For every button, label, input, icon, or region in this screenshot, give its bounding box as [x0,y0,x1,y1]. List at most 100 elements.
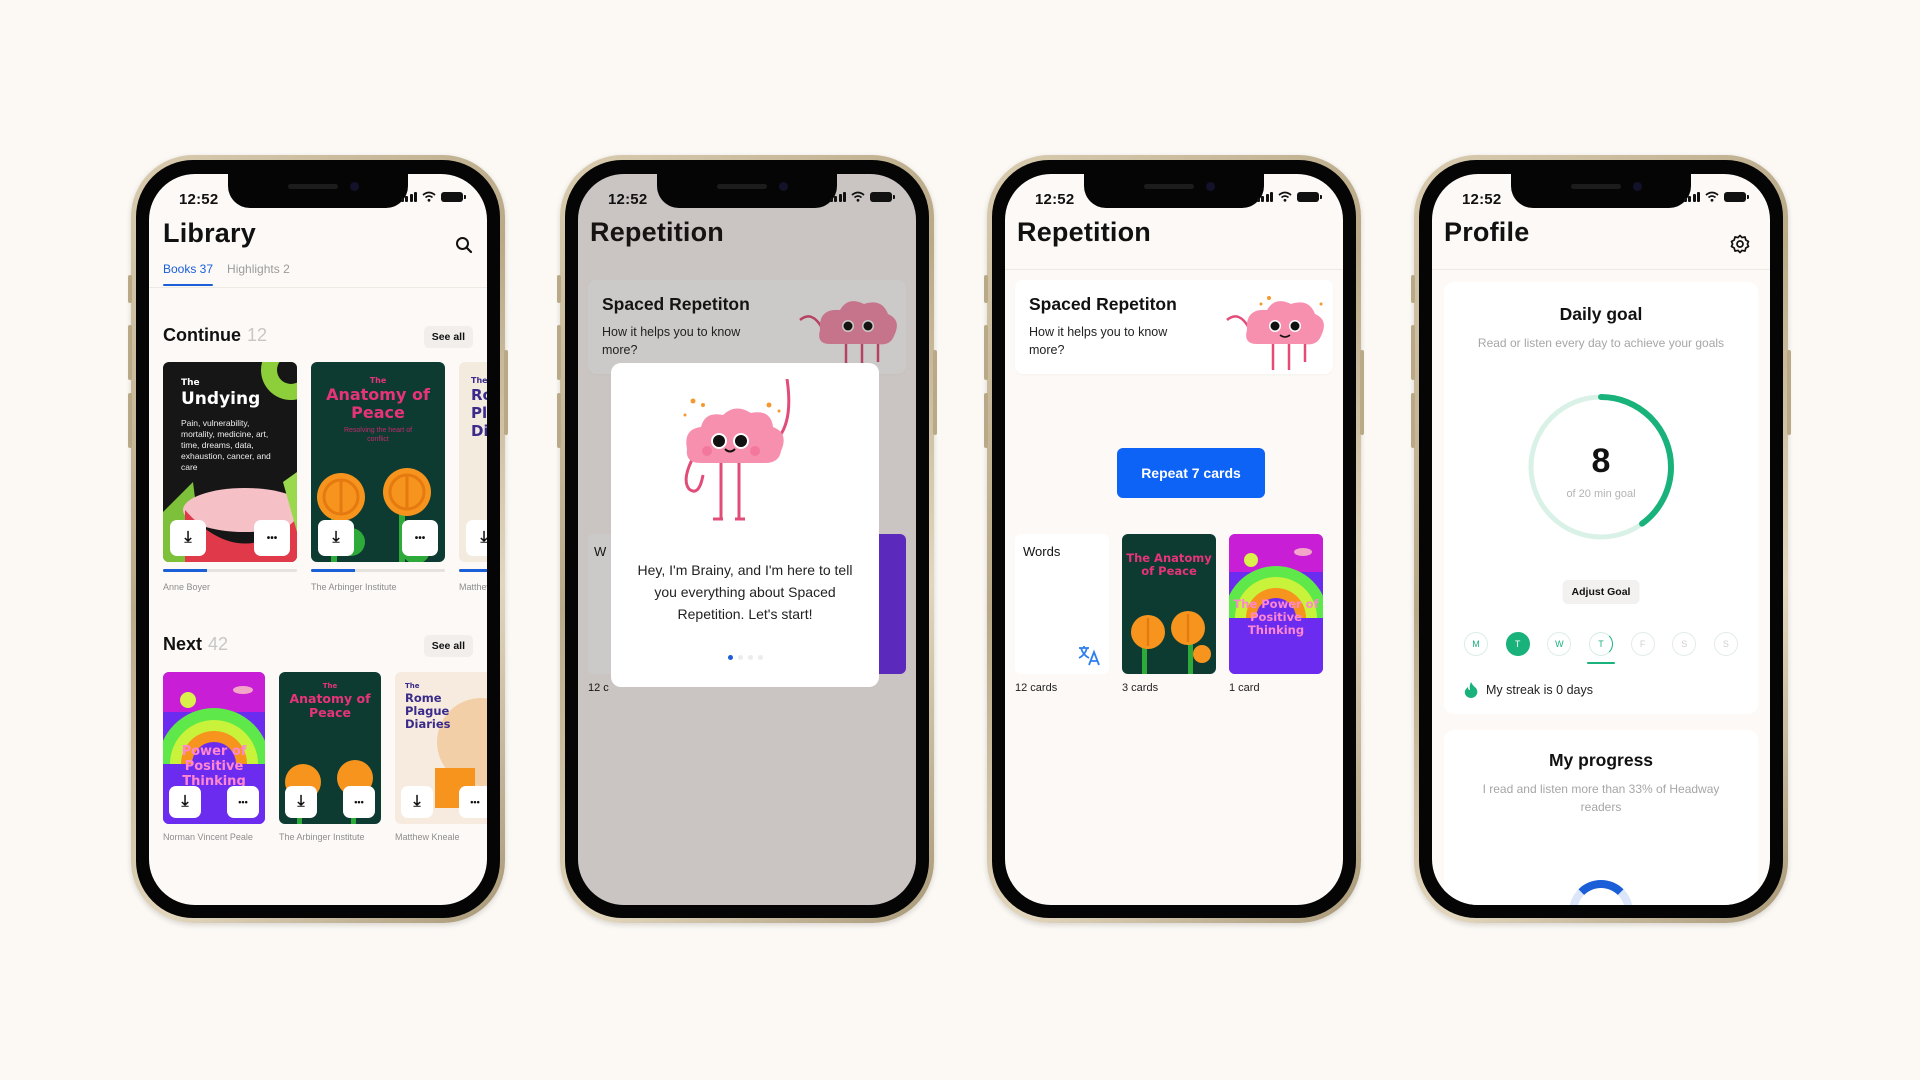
wifi-icon [1705,191,1719,202]
download-button[interactable]: ⤓ [466,520,487,556]
weekday-future: F [1630,632,1655,656]
tab-highlights[interactable]: Highlights 2 [227,262,290,286]
status-time: 12:52 [608,191,648,208]
more-options-button[interactable]: ••• [254,520,290,556]
deck-count: 1 card [1229,682,1260,694]
pagination-dot[interactable] [737,655,743,660]
weekday-today: T [1588,632,1613,656]
deck-count: 12 cards [1015,682,1058,694]
pagination-dot[interactable] [747,655,753,660]
book-author: Matthew Kneale [459,582,487,592]
power-button [504,350,508,435]
book-author: Matthew Kneale [395,832,460,842]
my-progress-title: My progress [1548,750,1654,770]
book-author: The Arbinger Institute [279,832,365,842]
repetition-onboarding-screen: 12:52 Repetition Spaced Repetiton How it… [578,174,916,905]
tab-books[interactable]: Books 37 [163,262,214,286]
flame-icon [1464,682,1478,698]
streak-row: My streak is 0 days [1464,682,1593,698]
status-time: 12:52 [1035,191,1075,208]
download-button[interactable]: ⤓ [401,786,433,818]
book-cover-rome-plague-diaries[interactable]: The Rome Plague Diaries ⤓ ••• [395,672,487,824]
deck-words[interactable]: Words [1015,534,1109,674]
continue-section-title: Continue 12 [163,325,268,345]
volume-down-button [128,393,132,448]
divider [149,287,487,288]
book-author: Norman Vincent Peale [163,832,253,842]
progress-chart [1569,880,1633,905]
book-cover-anatomy-of-peace[interactable]: The Anatomy of Peace ⤓ ••• [279,672,381,824]
book-cover-anatomy-of-peace[interactable]: The Anatomy of Peace Resolving the heart… [311,362,445,562]
next-see-all-button[interactable]: See all [423,635,473,657]
continue-count: 12 [247,325,268,345]
deck-power-of-positive-thinking[interactable]: The Power of Positive Thinking [1229,534,1323,674]
minutes-done: 8 [1591,442,1611,480]
book-cover-power-of-positive-thinking[interactable]: Power of Positive Thinking ⤓ ••• [163,672,265,824]
daily-goal-title: Daily goal [1559,304,1643,324]
download-button[interactable]: ⤓ [285,786,317,818]
book-cover-undying[interactable]: The Undying Pain, vulnerability, mortali… [163,362,297,562]
pagination-dot[interactable] [727,655,733,660]
weekday-full: T [1505,632,1530,656]
battery-icon [1297,191,1322,202]
status-bar: 12:52 [578,174,916,218]
profile-screen: 12:52 Profile Daily goal Read or listen … [1432,174,1770,905]
more-options-button[interactable]: ••• [343,786,375,818]
pagination-dot[interactable] [757,655,763,660]
phone-repetition-onboarding: 12:52 Repetition Spaced Repetiton How it… [557,155,937,923]
volume-down-button [557,393,561,448]
deck-count: 3 cards [1122,682,1159,694]
download-button[interactable]: ⤓ [169,786,201,818]
mute-switch [128,275,132,303]
daily-goal-card: Daily goal Read or listen every day to a… [1444,282,1758,714]
signal-icon [400,191,417,202]
adjust-goal-button[interactable]: Adjust Goal [1562,580,1640,604]
next-count: 42 [208,634,229,654]
status-time: 12:52 [179,191,219,208]
reading-progress [459,569,487,572]
book-cover-rome-plague-diaries[interactable]: The Rome Plague Diaries ⤓ [459,362,487,562]
divider [1005,269,1343,270]
more-options-button[interactable]: ••• [227,786,259,818]
wifi-icon [851,191,865,202]
deck-anatomy-of-peace[interactable]: The Anatomy of Peace [1122,534,1216,674]
continue-see-all-button[interactable]: See all [423,326,473,348]
library-tabs: Books 37 Highlights 2 [163,262,290,286]
status-bar: 12:52 [149,174,487,218]
brainy-intro-modal: Hey, I'm Brainy, and I'm here to tell yo… [611,363,879,687]
gear-icon[interactable] [1730,234,1750,254]
more-options-button[interactable]: ••• [459,786,487,818]
spaced-repetition-card[interactable]: Spaced Repetiton How it helps you to kno… [1015,280,1333,374]
more-options-button[interactable]: ••• [402,520,438,556]
signal-icon [829,191,846,202]
volume-up-button [557,325,561,380]
search-icon[interactable] [455,236,473,254]
reading-progress [163,569,297,572]
status-bar: 12:52 [1432,174,1770,218]
download-button[interactable]: ⤓ [318,520,354,556]
pagination-dots[interactable] [611,655,879,660]
power-button [933,350,937,435]
power-button [1787,350,1791,435]
page-title: Repetition [1017,217,1151,247]
brainy-mascot-icon [1226,296,1324,370]
volume-down-button [984,393,988,448]
today-indicator [1587,662,1615,664]
volume-up-button [984,325,988,380]
mute-switch [1411,275,1415,303]
battery-icon [441,191,466,202]
phone-repetition: 12:52 Repetition Spaced Repetiton How it… [984,155,1364,923]
repeat-cards-button[interactable]: Repeat 7 cards [1117,448,1265,498]
signal-icon [1683,191,1700,202]
download-button[interactable]: ⤓ [170,520,206,556]
battery-icon [870,191,895,202]
page-title: Profile [1444,217,1530,247]
phone-profile: 12:52 Profile Daily goal Read or listen … [1411,155,1791,923]
daily-goal-subtitle: Read or listen every day to achieve your… [1477,336,1725,350]
mute-switch [984,275,988,303]
my-progress-subtitle: I read and listen more than 33% of Headw… [1482,782,1720,814]
power-button [1360,350,1364,435]
divider [1432,269,1770,270]
volume-down-button [1411,393,1415,448]
wifi-icon [1278,191,1292,202]
